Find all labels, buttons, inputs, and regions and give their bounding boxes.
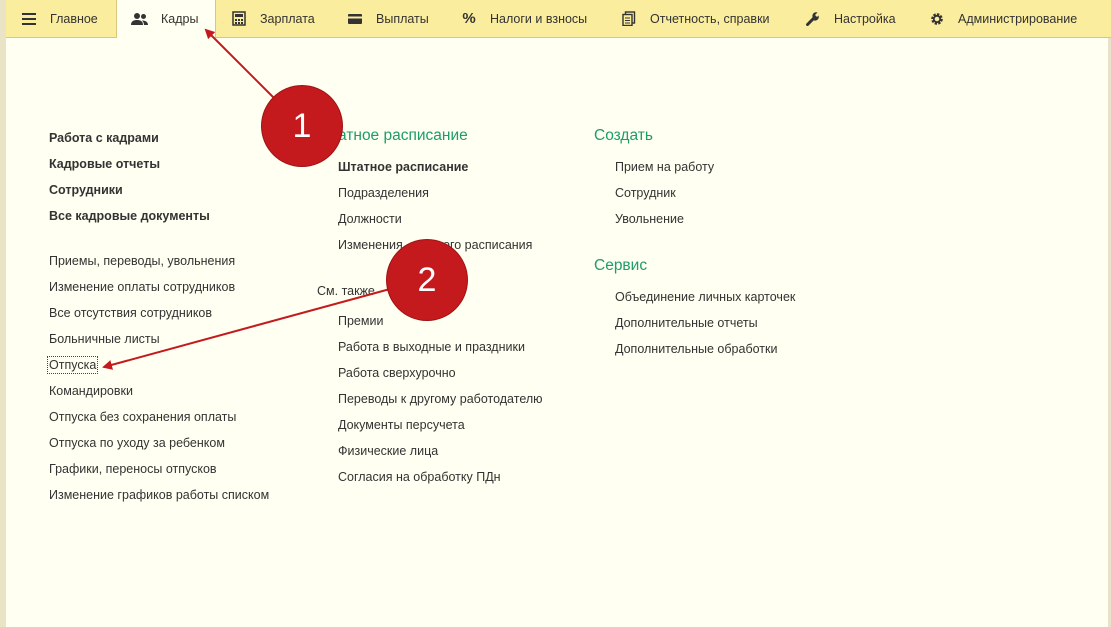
link-hr-reports[interactable]: Кадровые отчеты: [49, 157, 160, 171]
link-hires-transfers-dismissals[interactable]: Приемы, переводы, увольнения: [49, 254, 235, 268]
link-parental-leaves[interactable]: Отпуска по уходу за ребенком: [49, 436, 225, 450]
link-employer-transfers[interactable]: Переводы к другому работодателю: [338, 392, 543, 406]
tab-label: Настройка: [834, 11, 896, 26]
users-icon: [131, 11, 149, 27]
link-additional-reports[interactable]: Дополнительные отчеты: [615, 316, 758, 330]
tab-main[interactable]: Главное: [6, 0, 116, 37]
tab-reports[interactable]: Отчетность, справки: [606, 0, 790, 37]
link-create-employee[interactable]: Сотрудник: [615, 186, 676, 200]
link-departments[interactable]: Подразделения: [338, 186, 429, 200]
link-create-dismissal[interactable]: Увольнение: [615, 212, 684, 226]
link-unpaid-leaves[interactable]: Отпуска без сохранения оплаты: [49, 410, 236, 424]
tab-label: Кадры: [161, 12, 199, 26]
link-vacations[interactable]: Отпуска: [46, 356, 99, 374]
link-work-schedule-changes[interactable]: Изменение графиков работы списком: [49, 488, 269, 502]
window-left-edge: [0, 0, 6, 627]
link-all-absences[interactable]: Все отсутствия сотрудников: [49, 306, 212, 320]
tab-label: Выплаты: [376, 11, 429, 26]
tab-administration[interactable]: Администрирование: [914, 0, 1104, 37]
link-bonuses[interactable]: Премии: [338, 314, 383, 328]
service-heading: Сервис: [594, 257, 648, 274]
tab-salary[interactable]: Зарплата: [216, 0, 332, 37]
link-staffing-changes[interactable]: Изменения: [338, 238, 403, 252]
link-hr-work[interactable]: Работа с кадрами: [49, 131, 159, 145]
wallet-icon: [346, 11, 364, 27]
tab-label: Налоги и взносы: [490, 11, 588, 26]
link-positions[interactable]: Должности: [338, 212, 402, 226]
percent-icon: %: [462, 10, 476, 27]
calculator-icon: [230, 11, 248, 27]
link-all-hr-documents[interactable]: Все кадровые документы: [49, 209, 210, 223]
tab-taxes[interactable]: % Налоги и взносы: [446, 0, 606, 37]
tab-payments[interactable]: Выплаты: [332, 0, 446, 37]
wrench-icon: [804, 11, 822, 27]
arrow-to-hr-tab: [204, 28, 277, 101]
arrow-to-vacations: [102, 288, 391, 370]
link-vacation-schedules[interactable]: Графики, переносы отпусков: [49, 462, 217, 476]
tab-label: Отчетность, справки: [650, 11, 770, 26]
link-personnel-documents[interactable]: Документы персучета: [338, 418, 465, 432]
link-pay-changes[interactable]: Изменение оплаты сотрудников: [49, 280, 235, 294]
hamburger-icon: [20, 11, 38, 27]
callout-2: 2: [387, 240, 467, 320]
link-employees[interactable]: Сотрудники: [49, 183, 123, 197]
tab-label: Администрирование: [958, 11, 1078, 26]
link-data-consents[interactable]: Согласия на обработку ПДн: [338, 470, 501, 484]
link-overtime[interactable]: Работа сверхурочно: [338, 366, 456, 380]
see-also-label: См. также: [317, 284, 375, 298]
create-heading: Создать: [594, 127, 653, 144]
documents-icon: [620, 11, 638, 27]
tab-settings[interactable]: Настройка: [790, 0, 914, 37]
link-individuals[interactable]: Физические лица: [338, 444, 438, 458]
gear-icon: [928, 11, 946, 27]
tab-hr[interactable]: Кадры: [116, 0, 216, 38]
section-menu-bar: Главное Кадры Зарплата Выплаты % Налоги …: [6, 0, 1111, 38]
tab-label: Главное: [50, 11, 98, 26]
link-staffing-changes-tail[interactable]: ого расписания: [443, 238, 532, 252]
link-sick-leaves[interactable]: Больничные листы: [49, 332, 160, 346]
callout-1: 1: [262, 86, 342, 166]
link-merge-personal-cards[interactable]: Объединение личных карточек: [615, 290, 795, 304]
tab-label: Зарплата: [260, 11, 315, 26]
link-staffing-table[interactable]: Штатное расписание: [338, 160, 468, 174]
link-weekend-work[interactable]: Работа в выходные и праздники: [338, 340, 525, 354]
link-business-trips[interactable]: Командировки: [49, 384, 133, 398]
link-additional-processing[interactable]: Дополнительные обработки: [615, 342, 777, 356]
link-create-hire[interactable]: Прием на работу: [615, 160, 714, 174]
staffing-heading: атное расписание: [338, 127, 468, 144]
